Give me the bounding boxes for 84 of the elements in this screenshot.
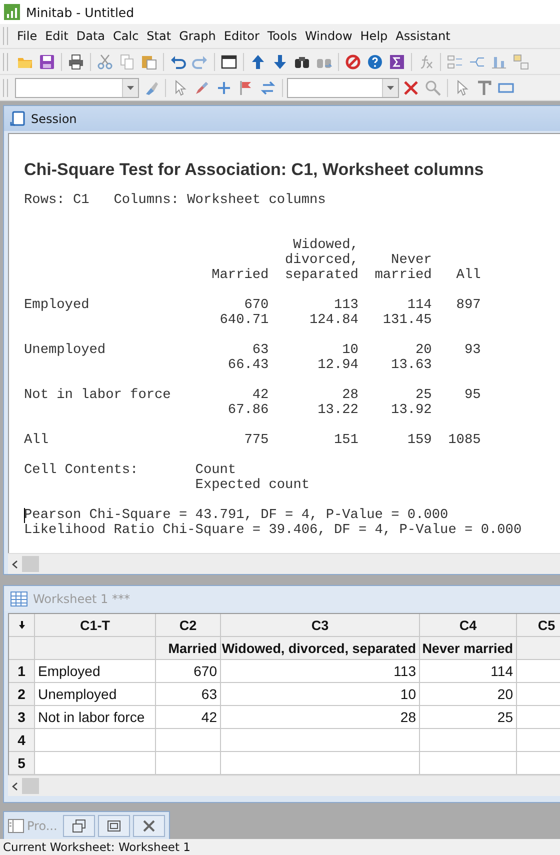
menu-item[interactable]: Assistant: [392, 29, 454, 43]
table-cell[interactable]: 20: [420, 683, 517, 706]
count-value: 95: [464, 388, 481, 403]
table-cell[interactable]: 670: [156, 660, 221, 683]
row-number[interactable]: 5: [9, 752, 35, 775]
expected-value: 67.86: [228, 403, 269, 418]
table-cell[interactable]: 10: [221, 683, 420, 706]
menu-item[interactable]: Calc: [109, 29, 143, 43]
count-value: 10: [342, 343, 358, 358]
count-value: 670: [244, 298, 269, 313]
column-header[interactable]: C4: [420, 614, 517, 637]
menu-item[interactable]: Data: [72, 29, 109, 43]
column-header: Married: [212, 268, 269, 283]
output-text: Likelihood Ratio Chi-Square = 39.406, DF = 4, P-Value = 0.000: [24, 523, 523, 538]
expected-value: 12.94: [318, 358, 358, 373]
table-cell[interactable]: 42: [156, 706, 221, 729]
row-number[interactable]: 2: [9, 683, 35, 706]
window-title: Minitab - Untitled: [26, 4, 134, 20]
window-title: Worksheet 1 ***: [33, 592, 130, 606]
status-text: Current Worksheet: Worksheet 1: [3, 840, 190, 854]
menu-item[interactable]: Window: [300, 29, 356, 43]
count-value: 775: [244, 433, 269, 448]
column-header[interactable]: C2: [156, 614, 221, 637]
count-value: 63: [252, 343, 269, 358]
count-value: 25: [416, 388, 432, 403]
menu-item[interactable]: File: [13, 29, 42, 43]
column-header: Never: [391, 253, 432, 268]
output-heading: Chi-Square Test for Association: C1, Worksheet columns: [24, 160, 485, 180]
row-label: Unemployed: [24, 343, 106, 358]
table-cell[interactable]: 63: [156, 683, 221, 706]
column-header: divorced,: [285, 253, 358, 268]
row-label: All: [24, 433, 48, 448]
column-header: separated: [285, 268, 358, 283]
count-value: 20: [416, 343, 432, 358]
column-header[interactable]: C3: [221, 614, 420, 637]
output-text: Expected count: [195, 478, 310, 493]
expected-value: 13.92: [391, 403, 432, 418]
menu-item[interactable]: Stat: [142, 29, 176, 43]
row-number[interactable]: 3: [9, 706, 35, 729]
count-value: 897: [456, 298, 481, 313]
menu-item[interactable]: Tools: [263, 29, 301, 43]
expected-value: 13.63: [391, 358, 432, 373]
count-value: 1085: [448, 433, 481, 448]
column-header: All: [456, 268, 481, 283]
output-text: Count: [195, 463, 238, 478]
expected-value: 131.45: [382, 313, 432, 328]
window-title: Pro...: [27, 818, 58, 832]
table-cell[interactable]: Not in labor force: [35, 706, 156, 729]
column-name[interactable]: Married: [156, 637, 221, 660]
column-header: married: [374, 268, 432, 283]
menu-item[interactable]: Graph: [175, 29, 220, 43]
table-cell[interactable]: 25: [420, 706, 517, 729]
column-header[interactable]: C5: [517, 614, 560, 637]
output-label: Cell Contents:: [24, 463, 138, 478]
count-value: 114: [407, 298, 432, 313]
expected-value: 13.22: [318, 403, 358, 418]
column-header: Widowed,: [293, 238, 358, 253]
row-label: Not in labor force: [24, 388, 171, 403]
menu-item[interactable]: Edit: [41, 29, 72, 43]
table-cell[interactable]: 114: [420, 660, 517, 683]
menu-item[interactable]: Help: [356, 29, 392, 43]
column-name[interactable]: Widowed, divorced, separated: [221, 637, 420, 660]
count-value: 28: [342, 388, 358, 403]
row-number[interactable]: 1: [9, 660, 35, 683]
count-value: 159: [407, 433, 432, 448]
count-value: 113: [334, 298, 358, 313]
window-title: Session: [31, 112, 77, 126]
table-cell[interactable]: 28: [221, 706, 420, 729]
count-value: 42: [252, 388, 269, 403]
menu-item[interactable]: Editor: [220, 29, 264, 43]
output-text: Rows: C1 Columns: Worksheet columns: [24, 193, 326, 208]
count-value: 151: [334, 433, 358, 448]
count-value: 93: [464, 343, 481, 358]
row-number[interactable]: 4: [9, 729, 35, 752]
column-name[interactable]: Never married: [420, 637, 517, 660]
table-cell[interactable]: Employed: [35, 660, 156, 683]
expected-value: 640.71: [220, 313, 269, 328]
table-cell[interactable]: 113: [221, 660, 420, 683]
row-label: Employed: [24, 298, 90, 313]
table-cell[interactable]: Unemployed: [35, 683, 156, 706]
output-text: Pearson Chi-Square = 43.791, DF = 4, P-Value = 0.000: [24, 508, 450, 523]
expected-value: 124.84: [309, 313, 358, 328]
column-header[interactable]: C1-T: [35, 614, 156, 637]
expected-value: 66.43: [228, 358, 269, 373]
